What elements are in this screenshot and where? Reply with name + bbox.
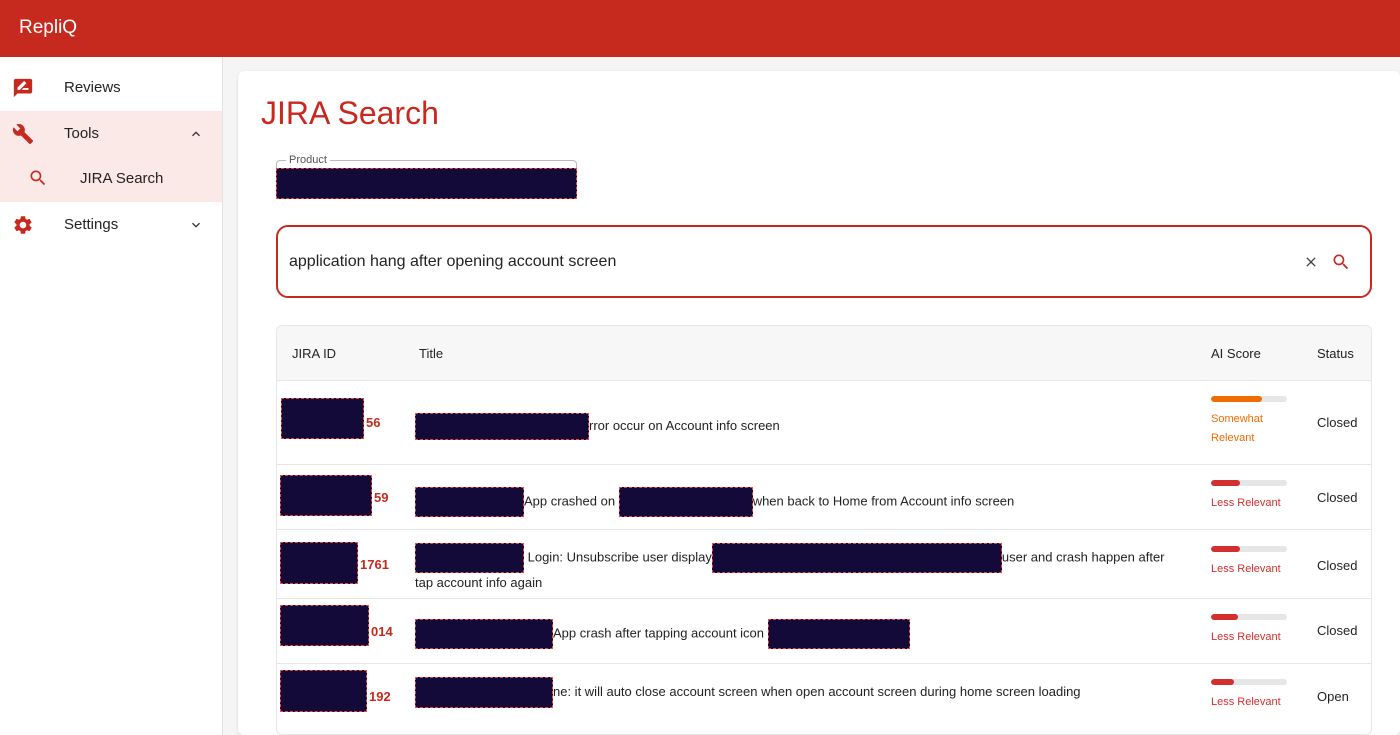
table-header: JIRA ID Title AI Score Status [277, 326, 1371, 381]
score-label: Less Relevant [1211, 497, 1281, 509]
wrench-icon [12, 123, 34, 145]
search-input[interactable] [289, 249, 1289, 275]
sidebar-item-reviews[interactable]: Reviews [0, 65, 222, 111]
ai-score: Less Relevant [1211, 480, 1291, 513]
app-title[interactable]: RepliQ [19, 17, 77, 39]
title-cell: ne: it will auto close account screen wh… [415, 677, 1195, 708]
ai-score: Less Relevant [1211, 614, 1291, 647]
jira-id-cell[interactable]: 59 [280, 465, 390, 529]
redacted-block [280, 670, 367, 712]
column-header-title[interactable]: Title [419, 346, 443, 361]
redacted-block [280, 475, 372, 516]
ai-score: Less Relevant [1211, 546, 1291, 579]
title-cell: rror occur on Account info screen [415, 413, 1195, 440]
results-table: JIRA ID Title AI Score Status 56 rror oc… [276, 325, 1372, 735]
status-text: Closed [1317, 490, 1358, 505]
table-row[interactable]: 1761 Login: Unsubscribe user display user… [277, 530, 1371, 599]
score-bar [1211, 396, 1287, 402]
reviews-icon [12, 77, 34, 99]
score-bar [1211, 614, 1287, 620]
product-select[interactable]: Product [276, 154, 577, 199]
gear-icon [12, 214, 34, 236]
sidebar-item-label: Reviews [64, 79, 121, 96]
redacted-block [415, 619, 553, 649]
redacted-block [767, 619, 910, 649]
title-text: ne: it will auto close account screen wh… [553, 683, 1081, 699]
redacted-block [281, 398, 364, 439]
close-icon[interactable] [1303, 254, 1319, 270]
jira-id-link[interactable]: 59 [374, 490, 388, 505]
title-cell: App crash after tapping account icon [415, 619, 1195, 649]
score-bar-fill [1211, 396, 1262, 402]
search-box [276, 225, 1372, 298]
chevron-down-icon [188, 217, 204, 233]
page-title: JIRA Search [261, 95, 439, 131]
score-bar [1211, 679, 1287, 685]
score-bar [1211, 480, 1287, 486]
sidebar-item-settings[interactable]: Settings [0, 202, 222, 248]
score-bar-fill [1211, 614, 1239, 620]
sidebar-item-label: Tools [64, 125, 100, 142]
status-text: Closed [1317, 415, 1358, 430]
jira-id-cell[interactable]: 56 [280, 381, 390, 464]
table-row[interactable]: 56 rror occur on Account info screen Som… [277, 381, 1371, 465]
app-bar: RepliQ [0, 0, 1400, 57]
chevron-up-icon [188, 126, 204, 142]
jira-id-cell[interactable]: 1761 [280, 530, 390, 598]
table-row[interactable]: 59 App crashed on when back to Home from… [277, 465, 1371, 530]
title-text: rror occur on Account info screen [589, 417, 780, 433]
sidebar-item-label: Settings [64, 216, 119, 233]
redacted-block [280, 542, 358, 584]
score-bar [1211, 546, 1287, 552]
sidebar-item-tools[interactable]: Tools [0, 111, 222, 157]
product-label: Product [286, 154, 330, 166]
sidebar-item-label: JIRA Search [80, 170, 164, 187]
column-header-ai-score[interactable]: AI Score [1211, 346, 1261, 361]
score-bar-fill [1211, 546, 1240, 552]
sidebar-item-jira-search[interactable]: JIRA Search [0, 156, 222, 202]
main-card: JIRA Search Product JIRA ID Title AI Sco… [238, 71, 1400, 735]
score-label: Less Relevant [1211, 563, 1281, 575]
jira-id-link[interactable]: 56 [366, 415, 380, 430]
redacted-block [618, 487, 753, 517]
redacted-block [415, 487, 524, 517]
title-text: when back to Home from Account info scre… [752, 493, 1015, 509]
search-icon[interactable] [1331, 252, 1351, 272]
product-value-redacted [276, 168, 577, 199]
title-text: Login: Unsubscribe user display [524, 549, 712, 565]
redacted-block [415, 543, 524, 573]
table-row[interactable]: 192 ne: it will auto close account scree… [277, 664, 1371, 734]
sidebar: Reviews Tools JIRA Search Settings [0, 57, 223, 735]
jira-id-cell[interactable]: 014 [280, 599, 393, 663]
search-icon [28, 168, 50, 190]
jira-id-cell[interactable]: 192 [280, 664, 391, 734]
status-text: Closed [1317, 623, 1358, 638]
title-cell: App crashed on when back to Home from Ac… [415, 487, 1195, 517]
ai-score: Less Relevant [1211, 679, 1291, 712]
redacted-block [711, 543, 1002, 573]
table-row[interactable]: 014 App crash after tapping account icon… [277, 599, 1371, 664]
ai-score: Somewhat Relevant [1211, 396, 1291, 448]
status-text: Open [1317, 689, 1349, 704]
redacted-block [280, 605, 369, 646]
redacted-block [415, 413, 589, 440]
score-label: Somewhat Relevant [1211, 413, 1263, 444]
title-text: App crash after tapping account icon [553, 625, 768, 641]
column-header-jira-id[interactable]: JIRA ID [292, 346, 336, 361]
title-text: App crashed on [524, 493, 619, 509]
score-label: Less Relevant [1211, 631, 1281, 643]
jira-id-link[interactable]: 1761 [360, 557, 389, 572]
status-text: Closed [1317, 558, 1358, 573]
column-header-status[interactable]: Status [1317, 346, 1354, 361]
score-bar-fill [1211, 679, 1234, 685]
jira-id-link[interactable]: 014 [371, 624, 393, 639]
jira-id-link[interactable]: 192 [369, 689, 391, 704]
score-bar-fill [1211, 480, 1240, 486]
score-label: Less Relevant [1211, 696, 1281, 708]
title-cell: Login: Unsubscribe user display user and … [415, 543, 1185, 592]
redacted-block [415, 677, 553, 708]
